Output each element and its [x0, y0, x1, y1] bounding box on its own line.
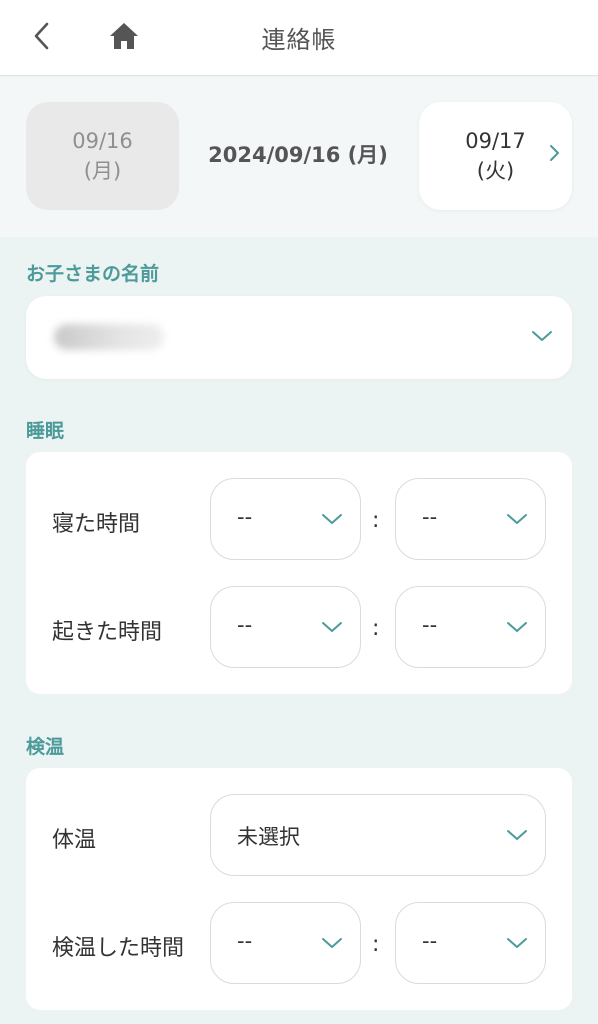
chevron-down-icon: [507, 514, 527, 524]
time-colon: :: [372, 616, 380, 641]
chevron-down-icon: [322, 514, 342, 524]
check-hour-value: --: [237, 929, 253, 953]
page-title: 連絡帳: [261, 26, 337, 54]
sleep-hour-value: --: [237, 505, 253, 529]
date-navigation: 09/16 (月) 2024/09/16 (月) 09/17 (火): [0, 77, 598, 237]
prev-date: 09/16: [72, 129, 133, 153]
chevron-down-icon: [532, 331, 552, 341]
check-minute-select[interactable]: --: [395, 902, 546, 984]
check-minute-value: --: [422, 929, 438, 953]
next-date-button[interactable]: 09/17 (火): [419, 102, 572, 210]
chevron-down-icon: [322, 938, 342, 948]
chevron-down-icon: [507, 622, 527, 632]
sleep-minute-value: --: [422, 505, 438, 529]
next-date: 09/17: [465, 129, 526, 153]
chevron-down-icon: [507, 938, 527, 948]
body-temp-select[interactable]: 未選択: [210, 794, 546, 876]
wake-hour-value: --: [237, 613, 253, 637]
sleep-hour-select[interactable]: --: [210, 478, 361, 560]
chevron-right-icon: [550, 145, 559, 161]
wake-time-label: 起きた時間: [52, 620, 163, 645]
time-colon: :: [372, 932, 380, 957]
chevron-down-icon: [322, 622, 342, 632]
sleep-time-label: 寝た時間: [52, 512, 141, 537]
child-name-value-blurred: [54, 324, 164, 350]
child-name-label: お子さまの名前: [26, 263, 160, 285]
prev-date-button[interactable]: 09/16 (月): [26, 102, 179, 210]
next-day: (火): [476, 159, 515, 183]
wake-minute-select[interactable]: --: [395, 586, 546, 668]
check-hour-select[interactable]: --: [210, 902, 361, 984]
time-colon: :: [372, 508, 380, 533]
temp-section-label: 検温: [26, 736, 65, 758]
sleep-minute-select[interactable]: --: [395, 478, 546, 560]
body-temp-value: 未選択: [237, 825, 300, 849]
sleep-section-label: 睡眠: [26, 420, 65, 442]
temp-card: 体温 未選択 検温した時間 -- : --: [26, 768, 572, 1010]
wake-hour-select[interactable]: --: [210, 586, 361, 668]
prev-day: (月): [83, 159, 122, 183]
check-time-label: 検温した時間: [52, 936, 185, 961]
current-date: 2024/09/16 (月): [208, 143, 388, 167]
app-header: 連絡帳: [0, 0, 598, 76]
wake-minute-value: --: [422, 613, 438, 637]
child-name-select[interactable]: [26, 296, 572, 379]
chevron-down-icon: [507, 830, 527, 840]
sleep-card: 寝た時間 -- : -- 起きた時間 -- : --: [26, 452, 572, 694]
body-temp-label: 体温: [52, 828, 97, 853]
